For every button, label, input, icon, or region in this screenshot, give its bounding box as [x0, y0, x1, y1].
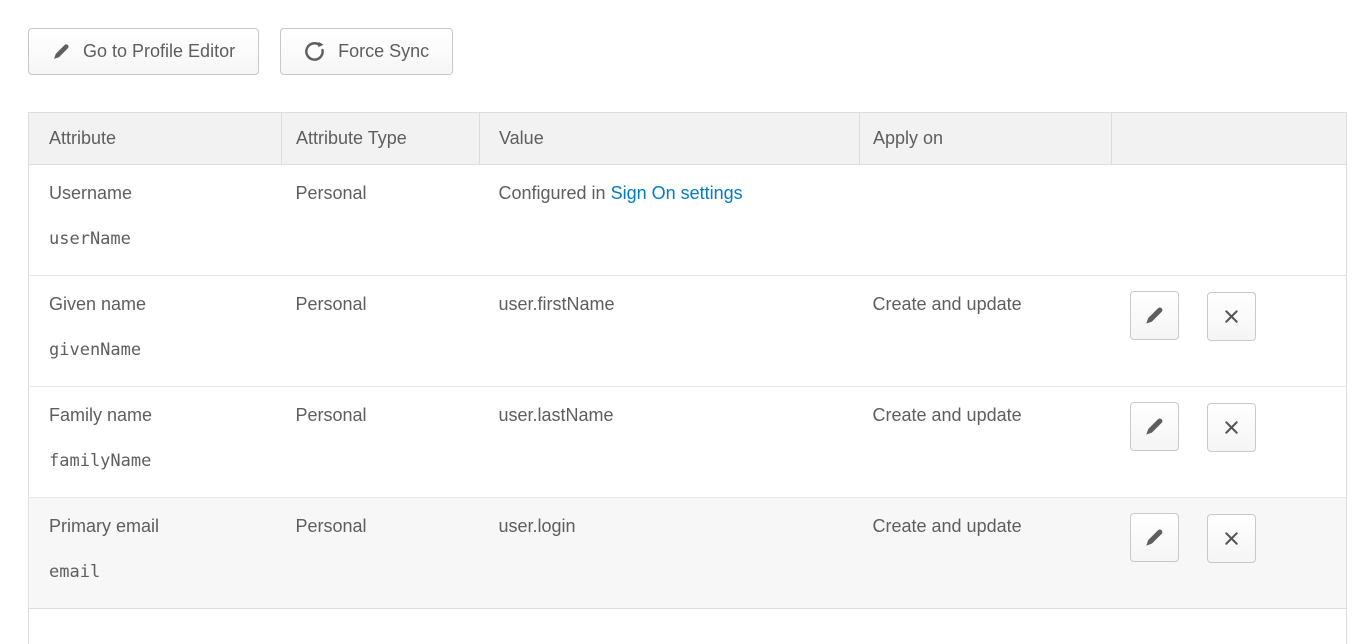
- toolbar: Go to Profile Editor Force Sync: [28, 28, 1370, 75]
- x-icon: [1222, 529, 1241, 548]
- value-text: Configured in: [499, 183, 611, 203]
- remove-attribute-button[interactable]: [1207, 514, 1256, 563]
- attribute-variable-name: givenName: [49, 340, 281, 360]
- attribute-value: user.lastName: [480, 387, 860, 498]
- edit-attribute-button[interactable]: [1130, 402, 1179, 451]
- pencil-icon: [1144, 417, 1164, 437]
- attribute-cell: Family name familyName: [29, 387, 282, 498]
- remove-attribute-button[interactable]: [1207, 403, 1256, 452]
- attribute-label: Primary email: [49, 516, 281, 537]
- attribute-type: Personal: [282, 498, 480, 609]
- go-to-profile-editor-label: Go to Profile Editor: [83, 41, 235, 62]
- apply-on-value: Create and update: [860, 498, 1112, 609]
- column-header-attribute-type: Attribute Type: [282, 113, 480, 165]
- attribute-value: user.login: [480, 498, 860, 609]
- pencil-icon: [1144, 528, 1164, 548]
- column-header-actions: [1112, 113, 1347, 165]
- attribute-variable-name: email: [49, 562, 281, 582]
- edit-attribute-button[interactable]: [1130, 291, 1179, 340]
- table-row-family-name: Family name familyName Personal user.las…: [29, 387, 1347, 498]
- column-header-value: Value: [480, 113, 860, 165]
- go-to-profile-editor-button[interactable]: Go to Profile Editor: [28, 28, 259, 75]
- sign-on-settings-link[interactable]: Sign On settings: [611, 183, 743, 203]
- attribute-variable-name: familyName: [49, 451, 281, 471]
- provisioning-attribute-mappings: Go to Profile Editor Force Sync Attribut…: [0, 0, 1370, 644]
- table-header-row: Attribute Attribute Type Value Apply on: [29, 113, 1347, 165]
- refresh-icon: [304, 41, 325, 62]
- row-actions: [1112, 498, 1347, 609]
- attribute-value: user.firstName: [480, 276, 860, 387]
- x-icon: [1222, 418, 1241, 437]
- table-row-username: Username userName Personal Configured in…: [29, 165, 1347, 276]
- x-icon: [1222, 307, 1241, 326]
- column-header-apply-on: Apply on: [860, 113, 1112, 165]
- pencil-icon: [52, 43, 70, 61]
- table-row-primary-email: Primary email email Personal user.login …: [29, 498, 1347, 609]
- force-sync-label: Force Sync: [338, 41, 429, 62]
- attribute-cell: Primary email email: [29, 498, 282, 609]
- attribute-variable-name: userName: [49, 229, 281, 249]
- attribute-label: Given name: [49, 294, 281, 315]
- edit-attribute-button[interactable]: [1130, 513, 1179, 562]
- attribute-cell: Given name givenName: [29, 276, 282, 387]
- row-actions: [1112, 387, 1347, 498]
- remove-attribute-button[interactable]: [1207, 292, 1256, 341]
- apply-on-value: [860, 165, 1112, 276]
- row-actions: [1112, 276, 1347, 387]
- attribute-label: Username: [49, 183, 281, 204]
- attribute-type: Personal: [282, 387, 480, 498]
- apply-on-value: Create and update: [860, 276, 1112, 387]
- force-sync-button[interactable]: Force Sync: [280, 28, 453, 75]
- row-actions: [1112, 165, 1347, 276]
- attribute-type: Personal: [282, 276, 480, 387]
- column-header-attribute: Attribute: [29, 113, 282, 165]
- attribute-type: Personal: [282, 165, 480, 276]
- attribute-value: Configured in Sign On settings: [480, 165, 860, 276]
- table-row-given-name: Given name givenName Personal user.first…: [29, 276, 1347, 387]
- attribute-label: Family name: [49, 405, 281, 426]
- attribute-cell: Username userName: [29, 165, 282, 276]
- table-row-partial: [29, 609, 1347, 644]
- empty-cell: [29, 609, 1347, 644]
- attribute-mappings-table: Attribute Attribute Type Value Apply on …: [28, 112, 1347, 644]
- apply-on-value: Create and update: [860, 387, 1112, 498]
- pencil-icon: [1144, 306, 1164, 326]
